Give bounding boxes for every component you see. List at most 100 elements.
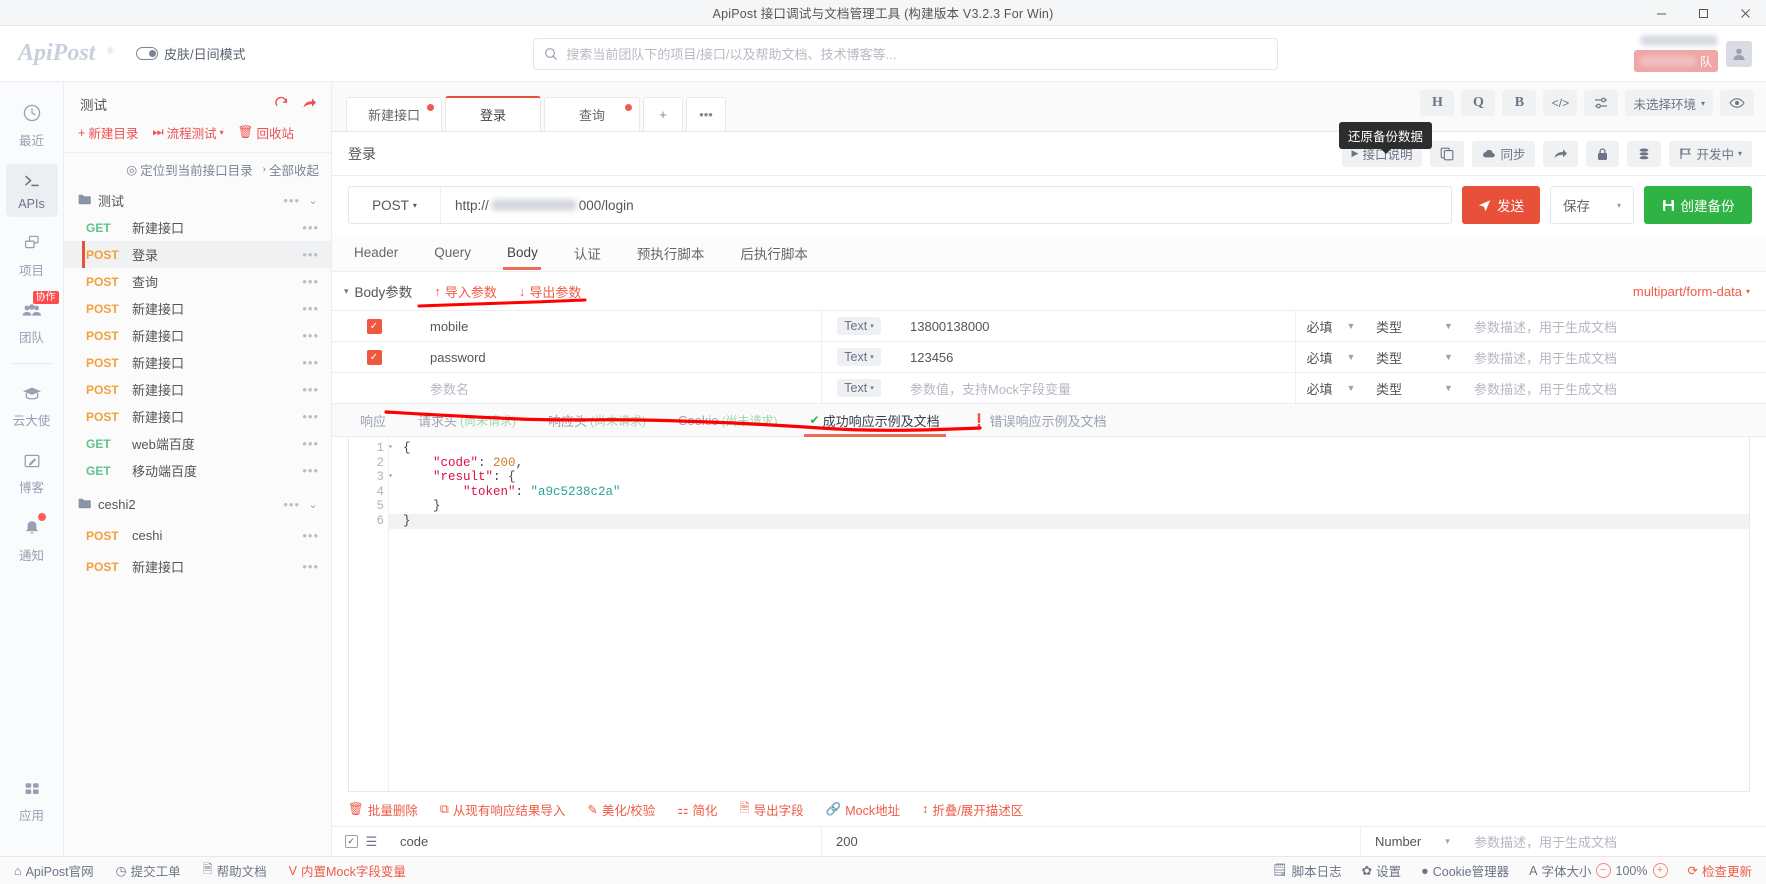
sidebar-item-apis[interactable]: APIs	[5, 163, 58, 217]
row-more-icon[interactable]: •••	[302, 355, 331, 370]
apipost-website-link[interactable]: ⌂ ApiPost官网	[14, 861, 94, 880]
zoom-in-button[interactable]: +	[1652, 863, 1668, 878]
tree-api-row[interactable]: POST 新建接口 •••	[64, 322, 331, 349]
tree-api-row[interactable]: GET 新建接口 •••	[64, 214, 331, 241]
user-area[interactable]: 队	[1566, 35, 1766, 72]
table-row-empty[interactable]: 参数名 Text ▾ 参数值，支持Mock字段变量 必填 ▼ 类型 ▼ 参数描述，用于…	[332, 372, 1766, 403]
sidebar-item-cloud-ambassador[interactable]: 云大使	[6, 376, 58, 435]
create-backup-button[interactable]: 创建备份	[1644, 186, 1752, 224]
query-tool-button[interactable]: Q	[1461, 90, 1496, 116]
export-fields-button[interactable]: 🗎 导出字段	[740, 799, 804, 820]
sync-button[interactable]: 同步	[1472, 140, 1536, 167]
row-more-icon[interactable]: •••	[302, 274, 331, 289]
param-value-input[interactable]: 参数值，支持Mock字段变量	[896, 373, 1296, 403]
save-button[interactable]: 保存 ▾	[1550, 186, 1634, 224]
tree-api-row[interactable]: POST ceshi •••	[64, 522, 331, 549]
table-row[interactable]: ✓ password Text ▾ 123456 必填 ▼ 类型 ▼ 参数描述，用于生…	[332, 341, 1766, 372]
mock-variables-link[interactable]: V 内置Mock字段变量	[289, 861, 406, 880]
skin-mode-toggle[interactable]: 皮肤/日间模式	[136, 44, 246, 63]
mock-url-button[interactable]: 🔗 Mock地址	[826, 800, 900, 819]
folder-more-icon[interactable]: •••	[283, 497, 300, 512]
body-type-select[interactable]: multipart/form-data ▾	[1633, 284, 1750, 299]
global-search-input[interactable]: 搜索当前团队下的项目/接口/以及帮助文档、技术博客等...	[533, 37, 1279, 70]
param-type-select[interactable]: Text ▾	[822, 317, 896, 335]
param-required-select[interactable]: 必填 ▼	[1296, 317, 1366, 336]
tab-more-button[interactable]: •••	[686, 97, 726, 131]
row-enabled-checkbox[interactable]: ✓	[332, 349, 416, 365]
help-docs-link[interactable]: 🗎 帮助文档	[203, 860, 267, 881]
folder-more-icon[interactable]: •••	[283, 193, 300, 208]
param-required-select[interactable]: 必填 ▼	[1296, 379, 1366, 398]
script-log-button[interactable]: 🗒 脚本日志	[1272, 861, 1342, 880]
tab-request-headers[interactable]: 请求头 (尚未请求)	[402, 403, 532, 437]
zoom-out-button[interactable]: −	[1595, 863, 1611, 878]
tab-success-example[interactable]: ✔ 成功响应示例及文档	[794, 403, 956, 437]
row-more-icon[interactable]: •••	[302, 301, 331, 316]
tree-api-row[interactable]: GET web端百度 •••	[64, 430, 331, 457]
minimize-button[interactable]	[1640, 0, 1682, 26]
tab-query[interactable]: 查询	[544, 97, 640, 131]
tab-new-api[interactable]: 新建接口	[346, 97, 442, 131]
restore-backup-button[interactable]	[1627, 140, 1662, 167]
param-type-select[interactable]: Text ▾	[822, 379, 896, 397]
param-type-select[interactable]: Text ▾	[822, 348, 896, 366]
tab-add-button[interactable]: +	[643, 97, 683, 131]
param-value-input[interactable]: 13800138000	[896, 311, 1296, 341]
row-more-icon[interactable]: •••	[302, 220, 331, 235]
share-arrow-icon[interactable]	[302, 96, 317, 113]
submit-ticket-link[interactable]: ◷ 提交工单	[116, 861, 181, 880]
flow-test-button[interactable]: ⏭ 流程测试 ▾	[152, 123, 223, 142]
editor-code[interactable]: { "code": 200, "result": { "token": "a9c…	[389, 437, 1749, 791]
locate-current-api-button[interactable]: ◎ 定位到当前接口目录	[126, 160, 252, 179]
tab-cookie[interactable]: Cookie (尚未请求)	[662, 403, 793, 437]
eye-preview-button[interactable]	[1720, 90, 1754, 116]
param-description-input[interactable]: 参数描述，用于生成文档	[1466, 317, 1766, 336]
code-tool-button[interactable]: </>	[1543, 90, 1578, 116]
row-more-icon[interactable]: •••	[302, 559, 331, 574]
tree-api-row[interactable]: POST 查询 •••	[64, 268, 331, 295]
status-select[interactable]: 开发中 ▾	[1669, 140, 1752, 167]
tab-header[interactable]: Header	[348, 234, 416, 272]
sidebar-item-team[interactable]: 协作 团队	[6, 290, 59, 353]
tab-query[interactable]: Query	[416, 234, 489, 272]
tab-post-script[interactable]: 后执行脚本	[722, 234, 826, 272]
beautify-validate-button[interactable]: ✎ 美化/校验	[587, 800, 655, 819]
maximize-button[interactable]	[1682, 0, 1724, 26]
checkbox-checked-icon[interactable]: ✓	[344, 835, 358, 848]
new-folder-button[interactable]: + 新建目录	[78, 123, 138, 142]
row-more-icon[interactable]: •••	[302, 247, 331, 262]
param-description-input[interactable]: 参数描述，用于生成文档	[1466, 348, 1766, 367]
check-update-button[interactable]: ⟳ 检查更新	[1688, 861, 1753, 880]
row-enabled-checkbox[interactable]: ✓	[332, 318, 416, 334]
lock-button[interactable]	[1586, 140, 1620, 167]
tree-api-row[interactable]: POST 新建接口 •••	[64, 295, 331, 322]
json-editor[interactable]: 1 ▾ 2 3 ▾ 4 5 6 { "code": 200, "result": {…	[348, 437, 1750, 792]
list-icon[interactable]: ☰	[366, 834, 378, 850]
table-row[interactable]: ✓ mobile Text ▾ 13800138000 必填 ▼ 类型 ▼ 参数描述，…	[332, 310, 1766, 341]
tab-error-example[interactable]: ❗ 错误响应示例及文档	[956, 403, 1123, 437]
http-method-select[interactable]: POST ▾	[349, 187, 441, 223]
refresh-icon[interactable]	[274, 96, 288, 113]
settings-sliders-button[interactable]	[1584, 90, 1619, 116]
tree-folder-row[interactable]: ceshi2 ••• ⌄	[64, 490, 331, 518]
sidebar-item-apps[interactable]: 应用	[6, 772, 58, 831]
simplify-button[interactable]: ⚏ 简化	[677, 800, 717, 819]
settings-button[interactable]: ✿ 设置	[1362, 861, 1402, 880]
recycle-bin-button[interactable]: 🗑 回收站	[238, 123, 294, 142]
row-more-icon[interactable]: •••	[302, 463, 331, 478]
import-from-response-button[interactable]: ⧉ 从现有响应结果导入	[440, 800, 565, 819]
import-params-button[interactable]: ↑ 导入参数	[434, 282, 497, 301]
url-input[interactable]: http:// 000/login	[441, 198, 1451, 213]
chevron-down-icon[interactable]: ⌄	[307, 194, 319, 207]
send-button[interactable]: 发送	[1462, 186, 1540, 224]
tree-api-row[interactable]: POST 新建接口 •••	[64, 403, 331, 430]
font-size-control[interactable]: A 字体大小 − 100% +	[1529, 861, 1668, 880]
export-params-button[interactable]: ↓ 导出参数	[519, 282, 582, 301]
tab-response-headers[interactable]: 响应头 (尚未请求)	[532, 403, 662, 437]
param-doctype-select[interactable]: 类型 ▼	[1366, 348, 1466, 367]
tree-api-row[interactable]: POST 新建接口 •••	[64, 349, 331, 376]
param-required-select[interactable]: 必填 ▼	[1296, 348, 1366, 367]
header-tool-button[interactable]: H	[1420, 90, 1455, 116]
team-chip[interactable]: 队	[1633, 50, 1718, 72]
tab-login[interactable]: 登录	[445, 96, 541, 131]
